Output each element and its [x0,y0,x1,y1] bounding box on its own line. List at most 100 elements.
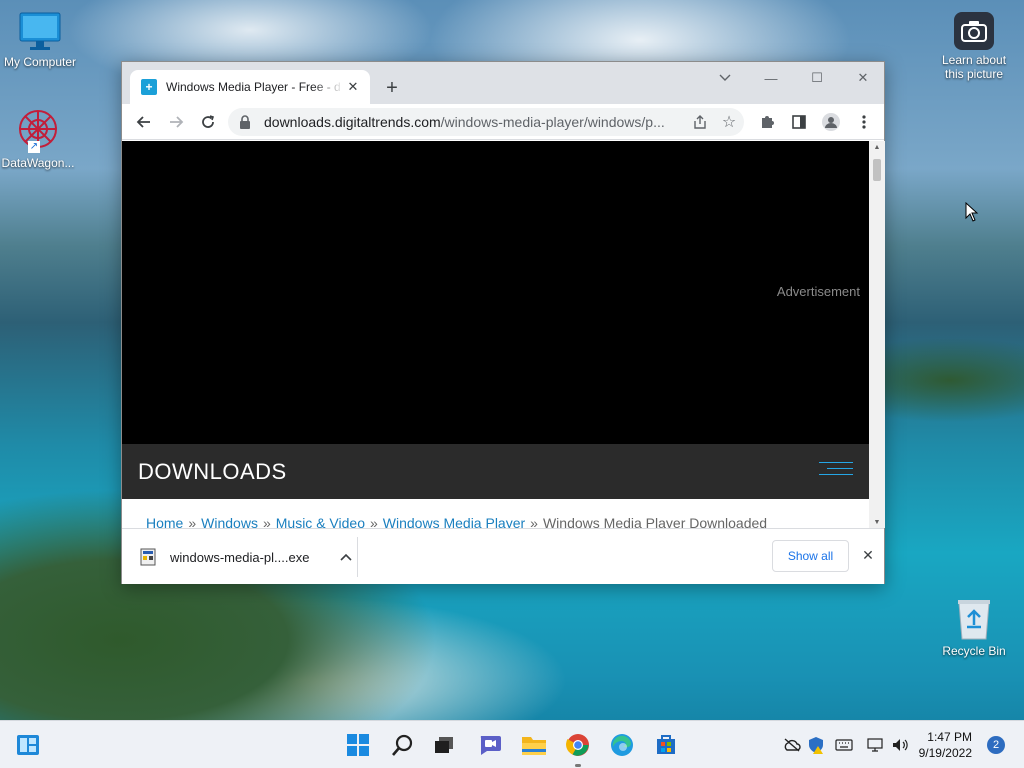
tab-title: Windows Media Player - Free - d [166,80,341,94]
breadcrumb: Home » Windows » Music & Video » Windows Media… [146,515,767,528]
notification-badge[interactable]: 2 [987,736,1005,754]
desktop-icon-recycle-bin[interactable]: Recycle Bin [934,597,1014,658]
breadcrumb-separator: » [262,515,271,528]
advertisement-label: Advertisement [776,284,860,299]
network-icon[interactable] [865,735,885,755]
new-tab-button[interactable]: + [380,76,404,100]
tab-strip: + Windows Media Player - Free - d ✕ + — … [122,62,884,104]
menu-button[interactable] [850,108,878,136]
forward-button[interactable] [162,108,190,136]
store-icon [657,735,675,754]
reload-icon [202,115,215,128]
page-scrollbar[interactable]: ▲ ▼ [869,141,885,528]
breadcrumb-current: Windows Media Player Downloaded [542,515,768,528]
download-item[interactable]: windows-media-pl....exe [140,539,358,575]
chevron-down-icon [719,74,731,81]
download-options-chevron-icon[interactable] [340,550,358,564]
close-window-button[interactable]: ✕ [840,64,886,92]
download-shelf: windows-media-pl....exe Show all ✕ [122,528,884,584]
tab-search-button[interactable] [702,64,748,92]
edge-icon [611,734,633,756]
desktop-icon-label: Recycle Bin [942,644,1006,658]
url-host: downloads.digitaltrends.com [264,114,441,130]
desktop-icon-label: My Computer [3,55,77,69]
download-filename: windows-media-pl....exe [170,549,310,565]
breadcrumb-link[interactable]: Windows Media Player [383,515,525,528]
url-path: /windows-media-player/windows/p... [440,114,665,130]
share-icon[interactable] [686,114,714,130]
extensions-button[interactable] [753,108,781,136]
exe-file-icon [140,548,156,566]
chat-button[interactable] [474,729,506,761]
kebab-menu-icon [862,115,866,129]
file-explorer-icon [522,737,546,755]
camera-icon [954,12,994,50]
monitor-icon [18,12,62,52]
lock-icon[interactable] [238,115,252,129]
breadcrumb-separator: » [530,515,538,528]
desktop-icon-datawagon[interactable]: ↗ DataWagon... [0,105,78,170]
scrollbar-thumb[interactable] [873,159,881,181]
onedrive-offline-icon[interactable] [782,735,802,755]
page-content: Advertisement DOWNLOADS Home » Windows » Mus… [122,141,869,528]
profile-button[interactable] [817,108,845,136]
breadcrumb-separator: » [369,515,378,528]
shelf-divider [357,537,358,577]
digitaltrends-icon: + [141,79,157,95]
taskbar: 1:47 PM 9/19/2022 2 [0,720,1024,768]
url-text[interactable]: downloads.digitaltrends.com/windows-medi… [264,114,686,130]
advertisement-area[interactable]: Advertisement [122,141,869,444]
tab-close-icon[interactable]: ✕ [344,78,362,96]
start-button[interactable] [342,729,374,761]
chrome-icon [566,734,589,756]
desktop-icon-my-computer[interactable]: My Computer [0,12,80,69]
system-clock[interactable]: 1:47 PM 9/19/2022 [912,729,972,761]
volume-icon[interactable] [890,735,910,755]
store-button[interactable] [650,729,682,761]
clock-date: 9/19/2022 [918,746,972,760]
search-button[interactable] [387,729,419,761]
forward-arrow-icon [170,116,184,128]
puzzle-icon [762,116,774,128]
hamburger-menu-icon[interactable] [819,462,853,480]
chrome-button[interactable] [562,729,594,767]
minimize-button[interactable]: — [748,64,794,92]
show-all-button[interactable]: Show all [772,540,849,572]
breadcrumb-link[interactable]: Music & Video [276,515,365,528]
running-indicator [575,764,581,767]
desktop-icon-label: DataWagon... [1,156,75,170]
scroll-up-icon[interactable]: ▲ [869,141,885,153]
datawagon-icon: ↗ [14,105,62,153]
address-bar[interactable]: downloads.digitaltrends.com/windows-medi… [228,108,744,136]
reload-button[interactable] [194,108,222,136]
widgets-button[interactable] [12,729,44,761]
breadcrumb-separator: » [188,515,197,528]
clock-time: 1:47 PM [927,730,972,744]
security-warning-icon[interactable] [806,735,826,755]
breadcrumb-link[interactable]: Windows [201,515,258,528]
widgets-icon [17,735,39,755]
keyboard-icon[interactable] [834,735,854,755]
desktop-icon-learn-about-picture[interactable]: Learn about this picture [934,12,1014,81]
breadcrumb-link[interactable]: Home [146,515,183,528]
downloads-header-bar: DOWNLOADS [122,444,869,499]
desktop-icon-label: Learn about this picture [941,53,1007,81]
task-view-button[interactable] [428,729,460,761]
downloads-heading[interactable]: DOWNLOADS [138,459,287,485]
maximize-button[interactable]: ☐ [794,64,840,92]
bookmark-star-icon[interactable]: ☆ [714,112,744,132]
close-shelf-icon[interactable]: ✕ [858,545,878,565]
file-explorer-button[interactable] [518,729,550,761]
side-panel-button[interactable] [785,108,813,136]
scroll-down-icon[interactable]: ▼ [869,516,885,528]
edge-button[interactable] [606,729,638,761]
tab-windows-media-player[interactable]: + Windows Media Player - Free - d ✕ [130,70,370,104]
browser-toolbar: downloads.digitaltrends.com/windows-medi… [122,104,884,140]
recycle-bin-icon [954,597,994,641]
task-view-icon [435,737,453,753]
mouse-cursor-icon [965,201,979,225]
search-icon [392,734,413,756]
back-button[interactable] [130,108,158,136]
teams-chat-icon [480,736,501,755]
shortcut-arrow-icon: ↗ [28,141,40,153]
